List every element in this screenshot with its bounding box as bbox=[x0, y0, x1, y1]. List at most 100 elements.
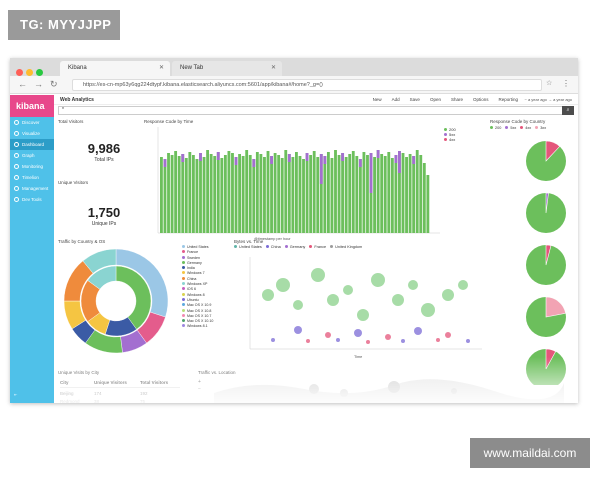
sidebar-item-discover[interactable]: Discover bbox=[10, 117, 54, 128]
legend-label: France bbox=[314, 245, 327, 249]
nav-icon bbox=[14, 142, 19, 148]
bar bbox=[355, 156, 359, 233]
total-visitors-value: 9,986 bbox=[87, 141, 121, 156]
collapse-icon[interactable]: ⇤ bbox=[14, 392, 17, 397]
legend-label: United States bbox=[187, 245, 209, 249]
browser-menu-icon[interactable]: ⋮ bbox=[562, 79, 570, 88]
legend-swatch bbox=[535, 126, 539, 129]
sidebar-item-visualize[interactable]: Visualize bbox=[10, 128, 54, 139]
legend-swatch bbox=[444, 128, 447, 131]
legend-item[interactable]: France bbox=[309, 245, 326, 249]
bar bbox=[334, 150, 337, 233]
query-input[interactable]: * bbox=[62, 107, 64, 113]
scatter-point bbox=[325, 332, 331, 338]
address-bar[interactable]: https://es-cn-mp63y6qg224dtypf.kibana.el… bbox=[72, 79, 542, 91]
legend-swatch bbox=[182, 282, 185, 286]
legend-item[interactable]: United Kingdom bbox=[330, 245, 362, 249]
legend-item[interactable]: 4xx bbox=[520, 126, 531, 130]
bar bbox=[419, 155, 423, 233]
sidebar-item-timelion[interactable]: Timelion bbox=[10, 172, 54, 183]
legend-item[interactable]: China bbox=[265, 245, 281, 249]
reload-icon[interactable]: ↻ bbox=[50, 79, 58, 90]
legend-item[interactable]: 4xx bbox=[444, 137, 456, 142]
legend-item[interactable]: Windows 8.1 bbox=[182, 324, 213, 329]
scatter-point bbox=[336, 338, 340, 342]
legend-swatch bbox=[182, 319, 185, 323]
kibana-logo[interactable]: kibana bbox=[10, 95, 54, 117]
legend-swatch bbox=[182, 324, 185, 328]
sidebar-item-graph[interactable]: Graph bbox=[10, 150, 54, 161]
scatter-point bbox=[262, 289, 274, 301]
bar-segment-5xx bbox=[358, 159, 362, 167]
sidebar-item-management[interactable]: Management bbox=[10, 183, 54, 194]
close-tab-icon[interactable]: ✕ bbox=[159, 61, 164, 76]
legend-item[interactable]: United States bbox=[234, 245, 262, 249]
bar bbox=[202, 157, 206, 233]
legend-item[interactable]: 200 bbox=[490, 126, 501, 130]
back-arrow-icon[interactable]: ← bbox=[18, 79, 27, 89]
legend-swatch bbox=[182, 255, 185, 259]
minimize-window-button[interactable] bbox=[26, 69, 33, 76]
legend-label: Ubuntu bbox=[187, 297, 199, 302]
sidebar-item-monitoring[interactable]: Monitoring bbox=[10, 161, 54, 172]
bar-segment-5xx bbox=[287, 154, 291, 162]
bar bbox=[199, 153, 202, 233]
legend-swatch bbox=[182, 266, 185, 270]
bar bbox=[259, 154, 263, 233]
legend-item[interactable]: Germany bbox=[284, 245, 305, 249]
menu-new[interactable]: New bbox=[373, 97, 382, 102]
legend-label: India bbox=[187, 266, 195, 271]
bar-segment-5xx bbox=[199, 153, 202, 161]
top-menu: New Add Save Open Share Options Reporting bbox=[363, 97, 518, 102]
search-icon[interactable]: ⌕ bbox=[562, 106, 574, 115]
query-bar[interactable]: * ⌕ bbox=[58, 106, 574, 115]
tab-kibana[interactable]: Kibana ✕ bbox=[60, 61, 170, 76]
menu-save[interactable]: Save bbox=[410, 97, 420, 102]
bookmark-star-icon[interactable]: ☆ bbox=[546, 79, 552, 87]
bar bbox=[231, 153, 234, 233]
bar-segment-5xx bbox=[252, 159, 256, 167]
menu-share[interactable]: Share bbox=[451, 97, 463, 102]
sidebar-item-dev-tools[interactable]: Dev Tools bbox=[10, 194, 54, 205]
bar bbox=[167, 153, 170, 233]
bar bbox=[266, 151, 270, 233]
menu-reporting[interactable]: Reporting bbox=[498, 97, 518, 102]
menu-open[interactable]: Open bbox=[430, 97, 441, 102]
bar bbox=[383, 156, 387, 233]
bar bbox=[390, 158, 394, 233]
panel-title-response-country: Response Code by Country bbox=[490, 119, 546, 124]
sidebar-item-dashboard[interactable]: Dashboard bbox=[10, 139, 54, 150]
forward-arrow-icon[interactable]: → bbox=[34, 79, 43, 89]
legend-swatch bbox=[182, 313, 185, 317]
tab-label: Kibana bbox=[68, 65, 87, 71]
menu-options[interactable]: Options bbox=[473, 97, 489, 102]
menu-add[interactable]: Add bbox=[392, 97, 400, 102]
tab-new-tab[interactable]: New Tab ✕ bbox=[172, 61, 282, 76]
close-window-button[interactable] bbox=[16, 69, 23, 76]
scatter-point bbox=[354, 329, 362, 337]
bar-segment-5xx bbox=[270, 156, 273, 164]
scatter-point bbox=[421, 303, 435, 317]
close-tab-icon[interactable]: ✕ bbox=[271, 61, 276, 76]
dashboard: Web Analytics New Add Save Open Share Options… bbox=[54, 95, 578, 403]
bar bbox=[216, 152, 220, 233]
scatter-point bbox=[385, 334, 391, 340]
time-range[interactable]: ~ a year ago → a year ago bbox=[525, 97, 572, 102]
bar bbox=[188, 152, 192, 233]
scatter-point bbox=[442, 289, 454, 301]
maximize-window-button[interactable] bbox=[36, 69, 43, 76]
scatter-point bbox=[327, 294, 339, 306]
sidebar-item-label: Dev Tools bbox=[22, 197, 42, 202]
legend-item[interactable]: 5xx bbox=[505, 126, 516, 130]
legend-swatch bbox=[182, 260, 185, 264]
legend-swatch bbox=[284, 245, 288, 248]
country-pie bbox=[526, 244, 566, 285]
panel-title-traffic-country: Traffic by Country & OS bbox=[58, 239, 106, 244]
scatter-point bbox=[458, 280, 468, 290]
bar bbox=[277, 155, 281, 233]
legend-item[interactable]: 3xx bbox=[535, 126, 546, 130]
bar-segment-5xx bbox=[181, 154, 185, 162]
bar-segment-5xx bbox=[369, 153, 373, 193]
panel-title-bytes-time: Bytes vs. Time bbox=[234, 239, 264, 244]
legend-label: China bbox=[187, 276, 197, 281]
